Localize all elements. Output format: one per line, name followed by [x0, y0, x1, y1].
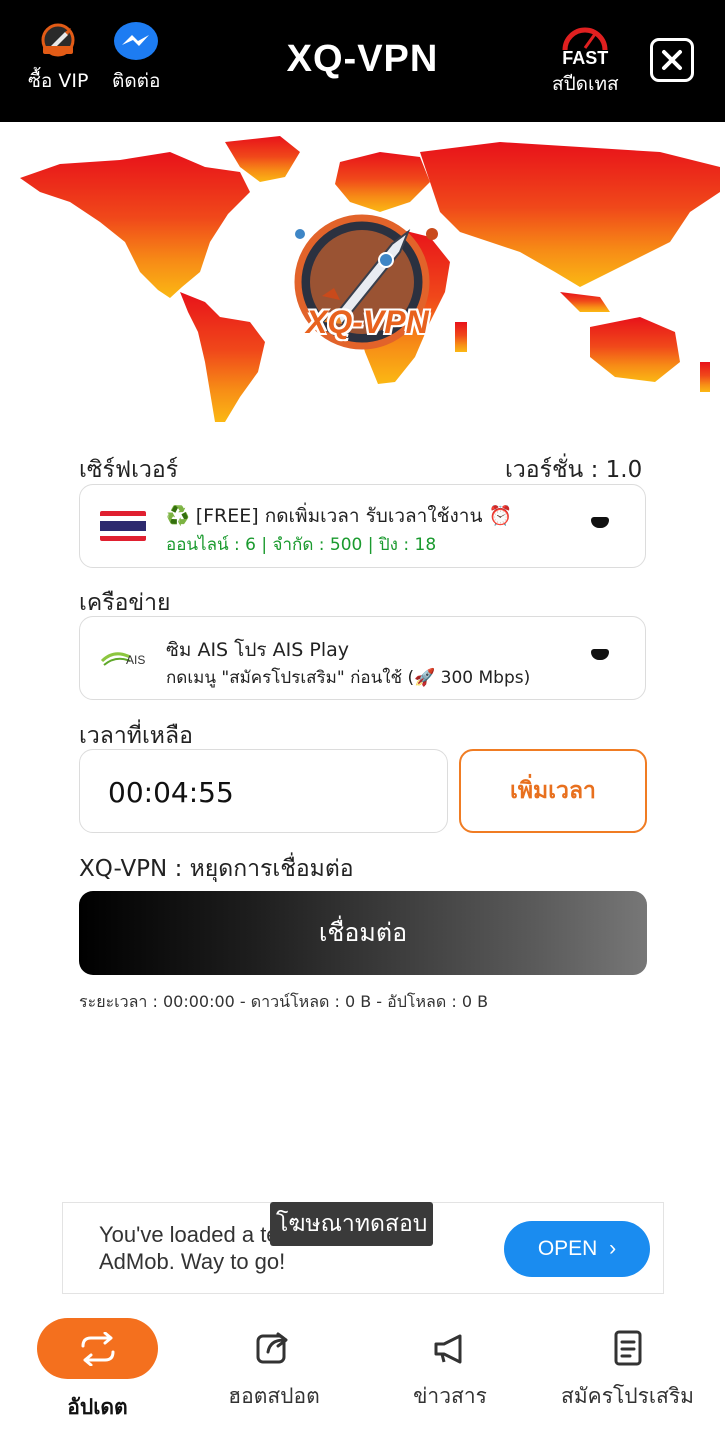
share-icon	[256, 1332, 288, 1364]
chevron-right-icon: ›	[609, 1237, 617, 1260]
megaphone-icon	[434, 1334, 462, 1364]
server-selector[interactable]: ♻️ [FREE] กดเพิ่มเวลา รับเวลาใช้งาน ⏰ ออ…	[79, 484, 646, 568]
app-header: ซื้อ VIP ติดต่อ XQ-VPN FAST สปีดเทส	[0, 0, 725, 122]
nav-news-label: ข่าวสาร	[413, 1384, 487, 1408]
ais-logo: AIS	[100, 647, 150, 671]
version-label: เวอร์ชั่น : 1.0	[505, 457, 643, 483]
add-time-button[interactable]: เพิ่มเวลา	[459, 749, 647, 833]
network-note: กดเมนู "สมัครโปรเสริม" ก่อนใช้ (🚀 300 Mb…	[166, 668, 531, 688]
refresh-icon	[81, 1332, 115, 1366]
ais-logo-text: AIS	[126, 653, 146, 667]
nav-update-label: อัปเดต	[67, 1395, 128, 1419]
dropdown-indicator-icon	[591, 649, 609, 660]
thailand-flag-icon	[100, 511, 146, 541]
dropdown-indicator-icon	[591, 517, 609, 528]
speedtest-button[interactable]: FAST สปีดเทส	[552, 26, 619, 99]
ad-text-line2: AdMob. Way to go!	[99, 1249, 286, 1274]
nav-promo-label: สมัครโปรเสริม	[561, 1384, 694, 1408]
logo-text: XQ-VPN	[306, 304, 429, 340]
nav-hotspot-label: ฮอตสปอต	[228, 1384, 320, 1408]
connect-button[interactable]: เชื่อมต่อ	[79, 891, 647, 975]
speedtest-badge: FAST	[562, 48, 609, 68]
speedtest-label: สปีดเทส	[552, 73, 619, 95]
nav-update-pill	[37, 1318, 158, 1379]
nav-update[interactable]: อัปเดต	[37, 1318, 158, 1424]
nav-news[interactable]: ข่าวสาร	[395, 1318, 505, 1413]
world-map: XQ-VPN	[0, 122, 725, 432]
document-icon	[614, 1330, 641, 1366]
app-logo: XQ-VPN	[282, 204, 442, 364]
test-ad-tag: โฆษณาทดสอบ	[270, 1202, 434, 1246]
server-section-label: เซิร์ฟเวอร์	[79, 457, 179, 483]
nav-hotspot[interactable]: ฮอตสปอต	[212, 1318, 336, 1413]
network-selector[interactable]: AIS ซิม AIS โปร AIS Play กดเมนู "สมัครโป…	[79, 616, 646, 700]
time-remaining-value: 00:04:55	[108, 776, 234, 809]
close-button[interactable]	[650, 38, 694, 82]
time-remaining-display: 00:04:55	[79, 749, 448, 833]
ad-open-button[interactable]: OPEN ›	[504, 1221, 650, 1277]
connection-status: XQ-VPN : หยุดการเชื่อมต่อ	[79, 856, 354, 882]
server-name: ♻️ [FREE] กดเพิ่มเวลา รับเวลาใช้งาน ⏰	[166, 505, 513, 527]
nav-promo[interactable]: สมัครโปรเสริม	[550, 1318, 705, 1413]
ad-open-label: OPEN	[537, 1237, 598, 1260]
connection-stats: ระยะเวลา : 00:00:00 - ดาวน์โหลด : 0 B - …	[79, 992, 489, 1011]
speedometer-icon	[562, 27, 608, 50]
server-status: ออนไลน์ : 6 | จำกัด : 500 | ปิง : 18	[166, 535, 437, 555]
network-name: ซิม AIS โปร AIS Play	[166, 639, 349, 661]
close-icon	[662, 50, 682, 70]
